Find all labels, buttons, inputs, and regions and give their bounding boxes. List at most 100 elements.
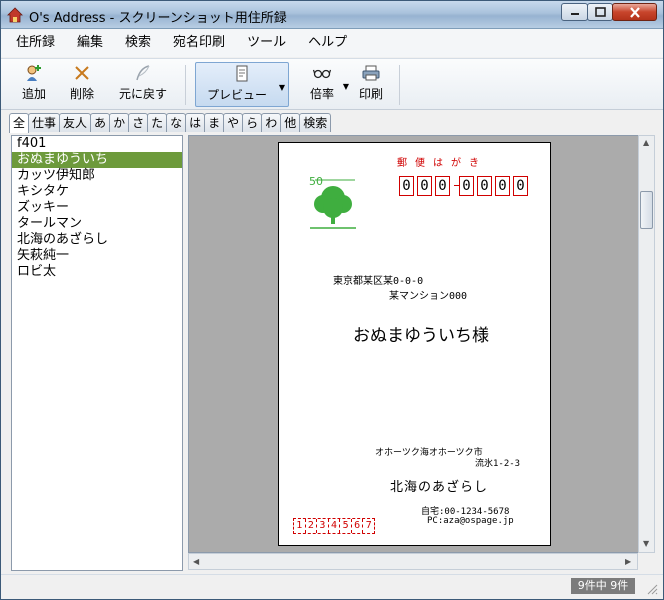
quill-undo-icon xyxy=(136,65,150,81)
tab-friends[interactable]: 友人 xyxy=(59,113,92,132)
menu-edit[interactable]: 編集 xyxy=(66,31,114,55)
tab-ya[interactable]: や xyxy=(223,113,244,132)
minimize-button[interactable] xyxy=(561,3,588,21)
scroll-down-arrow-icon[interactable]: ▼ xyxy=(643,539,649,548)
zip-digit-box: 0 xyxy=(459,176,474,196)
menu-tools[interactable]: ツール xyxy=(236,31,297,55)
delete-label: 削除 xyxy=(69,87,94,101)
status-bar: 9件中 9件 xyxy=(1,574,663,599)
close-button[interactable] xyxy=(612,3,657,21)
printer-icon xyxy=(362,65,380,81)
horizontal-scrollbar[interactable]: ◀ ▶ xyxy=(188,553,638,570)
list-item[interactable]: カッツ伊知郎 xyxy=(12,168,182,184)
index-tabs: 全 仕事 友人 あ か さ た な は ま や ら わ 他 検索 xyxy=(9,113,332,133)
stamp-value: 50 xyxy=(309,175,323,188)
tab-ma[interactable]: ま xyxy=(204,113,225,132)
tab-ra[interactable]: ら xyxy=(242,113,263,132)
preview-dropdown-icon[interactable]: ▼ xyxy=(279,83,285,92)
list-item[interactable]: f401 xyxy=(12,136,182,152)
menu-help[interactable]: ヘルプ xyxy=(297,31,358,55)
zoom-label: 倍率 xyxy=(309,87,334,101)
tab-all[interactable]: 全 xyxy=(9,113,30,133)
list-item[interactable]: 北海のあざらし xyxy=(12,232,182,248)
scroll-left-arrow-icon[interactable]: ◀ xyxy=(193,557,199,566)
tab-na[interactable]: な xyxy=(166,113,187,132)
list-item[interactable]: ロビ太 xyxy=(12,264,182,280)
sender-name: 北海のあざらし xyxy=(390,480,489,495)
print-button[interactable]: 印刷 xyxy=(353,62,389,107)
sender-email: PC:aza@ospage.jp xyxy=(427,516,514,526)
window-title: O's Address - スクリーンショット用住所録 xyxy=(29,11,287,26)
contact-list[interactable]: f401 おぬまゆういち カッツ伊知郎 キシタケ ズッキー タールマン 北海のあ… xyxy=(11,135,183,571)
recipient-address-line2: 某マンション000 xyxy=(389,291,468,302)
tab-ka[interactable]: か xyxy=(109,113,130,132)
toolbar-separator xyxy=(185,65,186,105)
tab-a[interactable]: あ xyxy=(90,113,111,132)
zip-digit-box: 0 xyxy=(495,176,510,196)
tab-search[interactable]: 検索 xyxy=(299,113,332,132)
zip-digit-box: 0 xyxy=(513,176,528,196)
postcard-preview: 50 郵便はがき 0 0 0 0 0 0 0 東京都某区某0-0-0 某マンショ… xyxy=(278,142,551,546)
menu-bar: 住所録 編集 検索 宛名印刷 ツール ヘルプ xyxy=(1,29,663,57)
delete-x-icon xyxy=(75,66,89,80)
toolbar-separator xyxy=(399,65,400,105)
preview-pane: 50 郵便はがき 0 0 0 0 0 0 0 東京都某区某0-0-0 某マンショ… xyxy=(188,135,643,553)
sender-zip-digit: 3 xyxy=(317,519,329,533)
zip-digit-box: 0 xyxy=(399,176,414,196)
sender-zip-digit: 1 xyxy=(294,519,306,533)
tab-ta[interactable]: た xyxy=(147,113,168,132)
zip-digit-box: 0 xyxy=(435,176,450,196)
preview-page-icon xyxy=(236,65,248,82)
add-label: 追加 xyxy=(21,87,46,101)
list-item[interactable]: キシタケ xyxy=(12,184,182,200)
maximize-icon xyxy=(594,7,606,17)
toolbar: 追加 削除 元に戻す プレビュー ▼ 倍率 ▼ 印刷 xyxy=(1,58,663,110)
tab-other[interactable]: 他 xyxy=(280,113,301,132)
maximize-button[interactable] xyxy=(587,3,613,21)
zip-digit-box: 0 xyxy=(477,176,492,196)
resize-grip-icon[interactable] xyxy=(646,583,658,595)
house-icon xyxy=(7,7,23,23)
add-button[interactable]: 追加 xyxy=(13,62,55,107)
sender-zip-digit: 6 xyxy=(352,519,364,533)
minimize-icon xyxy=(570,13,579,15)
undo-label: 元に戻す xyxy=(118,87,167,101)
menu-addressbook[interactable]: 住所録 xyxy=(5,31,66,55)
scroll-right-arrow-icon[interactable]: ▶ xyxy=(625,557,631,566)
record-count: 9件中 9件 xyxy=(571,578,635,594)
zoom-button[interactable]: 倍率 ▼ xyxy=(299,62,349,107)
preview-button[interactable]: プレビュー ▼ xyxy=(195,62,289,107)
sender-zip: 1 2 3 4 5 6 7 xyxy=(293,518,375,534)
glasses-icon xyxy=(313,69,331,79)
print-label: 印刷 xyxy=(358,87,383,101)
sender-zip-digit: 2 xyxy=(306,519,318,533)
vertical-scrollbar[interactable]: ▲ ▼ xyxy=(638,135,655,553)
sender-zip-digit: 5 xyxy=(340,519,352,533)
recipient-address-line1: 東京都某区某0-0-0 xyxy=(333,276,424,287)
tab-work[interactable]: 仕事 xyxy=(28,113,61,132)
undo-button[interactable]: 元に戻す xyxy=(111,62,175,107)
zoom-dropdown-icon[interactable]: ▼ xyxy=(343,82,349,91)
recipient-name: おぬまゆういち様 xyxy=(353,326,489,346)
menu-search[interactable]: 検索 xyxy=(114,31,162,55)
tab-wa[interactable]: わ xyxy=(261,113,282,132)
vertical-scroll-thumb[interactable] xyxy=(640,191,653,229)
tab-sa[interactable]: さ xyxy=(128,113,149,132)
delete-button[interactable]: 削除 xyxy=(61,62,103,107)
list-item-selected[interactable]: おぬまゆういち xyxy=(12,152,182,168)
app-window: O's Address - スクリーンショット用住所録 住所録 編集 検索 宛名… xyxy=(0,0,664,600)
sender-address-line1: オホーツク海オホーツク市 xyxy=(375,448,483,458)
postal-title: 郵便はがき xyxy=(397,158,487,169)
preview-label: プレビュー xyxy=(206,88,267,102)
menu-address-print[interactable]: 宛名印刷 xyxy=(162,31,236,55)
list-item[interactable]: 矢萩純一 xyxy=(12,248,182,264)
scroll-up-arrow-icon[interactable]: ▲ xyxy=(643,138,649,147)
sender-zip-digit: 4 xyxy=(329,519,341,533)
sender-address-line2: 流氷1-2-3 xyxy=(475,459,521,469)
list-item[interactable]: タールマン xyxy=(12,216,182,232)
tab-ha[interactable]: は xyxy=(185,113,206,132)
add-person-icon xyxy=(27,65,41,81)
list-item[interactable]: ズッキー xyxy=(12,200,182,216)
title-bar[interactable]: O's Address - スクリーンショット用住所録 xyxy=(1,1,663,29)
close-icon xyxy=(629,6,640,18)
